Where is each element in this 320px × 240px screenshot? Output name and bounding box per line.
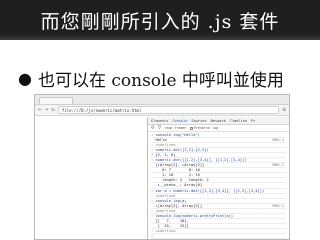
console-line-text: › numeric.dot([[1,2],[3,4]], [[1,2],[3,4… xyxy=(151,158,247,163)
browser-window: ← → ↻ file:///D:/js/numeric/matrix.html … xyxy=(34,94,290,240)
console-line-text: ‹ undefined xyxy=(151,208,176,213)
devtools-tabs: Elements Console Sources Network Timeline Pr xyxy=(148,117,289,125)
console-line-text: length: 2 length: 2 xyxy=(151,178,209,183)
console-line: › xyxy=(151,234,286,239)
browser-content: Elements Console Sources Network Timeline Pr … xyxy=(35,117,289,239)
bullet-item: ● 也可以在 console 中呼叫並使用 xyxy=(18,66,284,91)
clear-console-icon[interactable]: ⊘ xyxy=(151,125,155,131)
devtools-tab-pr[interactable]: Pr xyxy=(251,119,255,123)
bullet-text: 也可以在 console 中呼叫並使用 xyxy=(37,71,284,91)
browser-address-bar: ← → ↻ file:///D:/js/numeric/matrix.html … xyxy=(35,105,289,116)
devtools-tab-console[interactable]: Console xyxy=(172,119,187,123)
menu-icon[interactable]: ≡ xyxy=(282,107,286,113)
console-line-text: 1: 10 1: 15 xyxy=(151,173,200,178)
console-toolbar: ⊘ ▽ <top frame> Preserve log xyxy=(148,125,289,132)
console-line-text: ‹ undefined xyxy=(151,143,176,148)
browser-tabbar xyxy=(35,95,289,105)
bullet-icon: ● xyxy=(18,68,32,88)
console-line-text: ‹ [2, 3, 6] xyxy=(151,153,176,158)
devtools-panel: Elements Console Sources Network Timeline Pr … xyxy=(147,117,289,239)
title-bar-shadow xyxy=(0,34,320,40)
preserve-log-checkbox[interactable]: Preserve log xyxy=(189,126,219,130)
devtools-tab-network[interactable]: Network xyxy=(211,119,226,123)
console-line-text: ‹ undefined xyxy=(151,228,176,233)
browser-tab[interactable] xyxy=(39,97,73,104)
console-line-text: Hello xyxy=(151,138,167,143)
url-input[interactable]: file:///D:/js/numeric/matrix.html xyxy=(57,106,280,114)
console-line-text: › numeric.dot([1,2],[2,3]) xyxy=(151,148,209,153)
devtools-tab-timeline[interactable]: Timeline xyxy=(230,119,247,123)
console-line-text: › xyxy=(151,233,154,238)
console-line-text: › var a = numeric.dot([[1,2],[3,4]], [[1… xyxy=(151,188,265,193)
console-line-text: › console.log(a) xyxy=(151,198,187,203)
console-line-text: [ 15, 22]] xyxy=(151,223,189,228)
console-line-text: › console.log("Hello") xyxy=(151,133,200,137)
slide-title: 而您剛剛所引入的 .js 套件 xyxy=(40,10,280,33)
console-line-text: ▸[Array[2], Array[2]] xyxy=(151,203,203,208)
console-line-text: ‹ undefined xyxy=(151,193,176,198)
console-line-text: › console.log(numeric.prettyPrint(a)) xyxy=(151,213,234,218)
console-output[interactable]: › console.log("Hello") Hello VM61:1 ‹ unde… xyxy=(148,132,289,240)
console-line-text: [▸Array[2], ▸Array[2]] xyxy=(151,163,205,168)
console-line-text: ▸__proto__: Array[0] xyxy=(151,183,203,188)
back-arrow-icon[interactable]: ← xyxy=(38,107,42,113)
reload-icon[interactable]: ↻ xyxy=(51,107,55,113)
devtools-tab-sources[interactable]: Sources xyxy=(191,119,206,123)
checkbox-icon xyxy=(189,126,193,130)
devtools-tab-elements[interactable]: Elements xyxy=(151,119,168,123)
page-viewport xyxy=(35,117,147,239)
url-text: file:///D:/js/numeric/matrix.html xyxy=(61,107,142,113)
console-line-text: [[ 7, 10], xyxy=(151,218,189,223)
console-line-text: 0: 7 0: 10 xyxy=(151,168,200,173)
slide-title-bar: 而您剛剛所引入的 .js 套件 xyxy=(0,0,320,40)
frame-selector[interactable]: <top frame> xyxy=(164,126,186,130)
filter-icon[interactable]: ▽ xyxy=(158,125,162,131)
forward-arrow-icon[interactable]: → xyxy=(45,107,49,113)
preserve-log-label: Preserve log xyxy=(193,126,219,130)
